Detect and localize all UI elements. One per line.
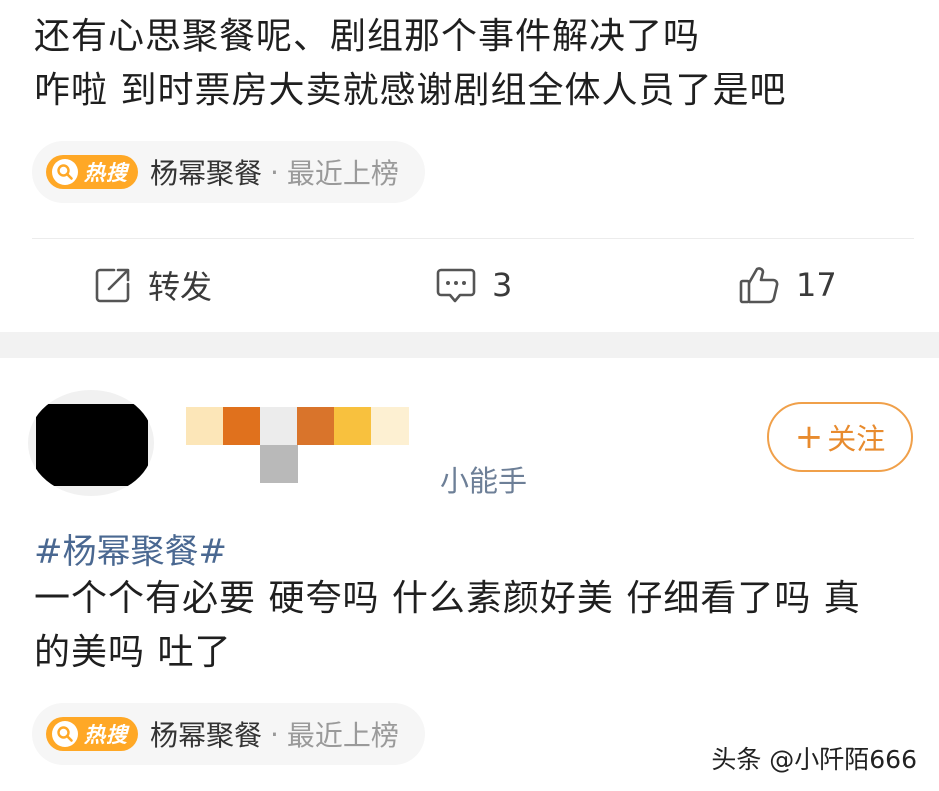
hot-search-label: 热搜: [84, 723, 128, 747]
search-icon: [52, 159, 78, 185]
trend-status: 最近上榜: [286, 719, 399, 752]
divider: [32, 238, 914, 239]
post-separator: [0, 332, 939, 358]
hot-search-badge: 热搜: [46, 717, 138, 751]
trend-separator: ·: [270, 155, 279, 189]
like-button[interactable]: 17: [738, 262, 837, 308]
avatar-redaction: [36, 404, 148, 486]
follow-label: 关注: [827, 422, 886, 456]
comment-count: 3: [492, 266, 513, 304]
hashtag-link[interactable]: #杨幂聚餐#: [34, 524, 227, 573]
share-icon: [95, 268, 130, 303]
comment-button[interactable]: 3: [436, 262, 512, 308]
watermark: 头条 @小阡陌666: [711, 745, 917, 774]
hot-search-label: 热搜: [84, 161, 128, 185]
post2-text-line1: 一个个有必要 硬夸吗 什么素颜好美 仔细看了吗 真: [34, 578, 861, 619]
source-label: 小能手: [440, 464, 528, 498]
trend-topic: 杨幂聚餐: [150, 157, 263, 190]
trend-separator: ·: [270, 717, 279, 751]
post1-text-line1: 还有心思聚餐呢、剧组那个事件解决了吗: [34, 16, 701, 57]
hot-search-badge: 热搜: [46, 155, 138, 189]
username-mosaic[interactable]: [186, 407, 410, 485]
thumbs-up-icon: [739, 267, 779, 304]
comment-icon: [436, 268, 476, 303]
avatar[interactable]: [28, 390, 154, 496]
plus-icon: +: [794, 417, 824, 457]
post2-trend-tag[interactable]: 热搜 杨幂聚餐 · 最近上榜: [32, 703, 425, 765]
follow-button[interactable]: + 关注: [767, 402, 913, 472]
post2-text-line2: 的美吗 吐了: [34, 632, 232, 673]
trend-topic: 杨幂聚餐: [150, 719, 263, 752]
trend-status: 最近上榜: [286, 157, 399, 190]
post1-text-line2: 咋啦 到时票房大卖就感谢剧组全体人员了是吧: [34, 70, 787, 111]
post1-trend-tag[interactable]: 热搜 杨幂聚餐 · 最近上榜: [32, 141, 425, 203]
search-icon: [52, 721, 78, 747]
repost-label: 转发: [148, 268, 213, 306]
repost-button[interactable]: 转发: [94, 262, 212, 308]
like-count: 17: [796, 266, 837, 304]
